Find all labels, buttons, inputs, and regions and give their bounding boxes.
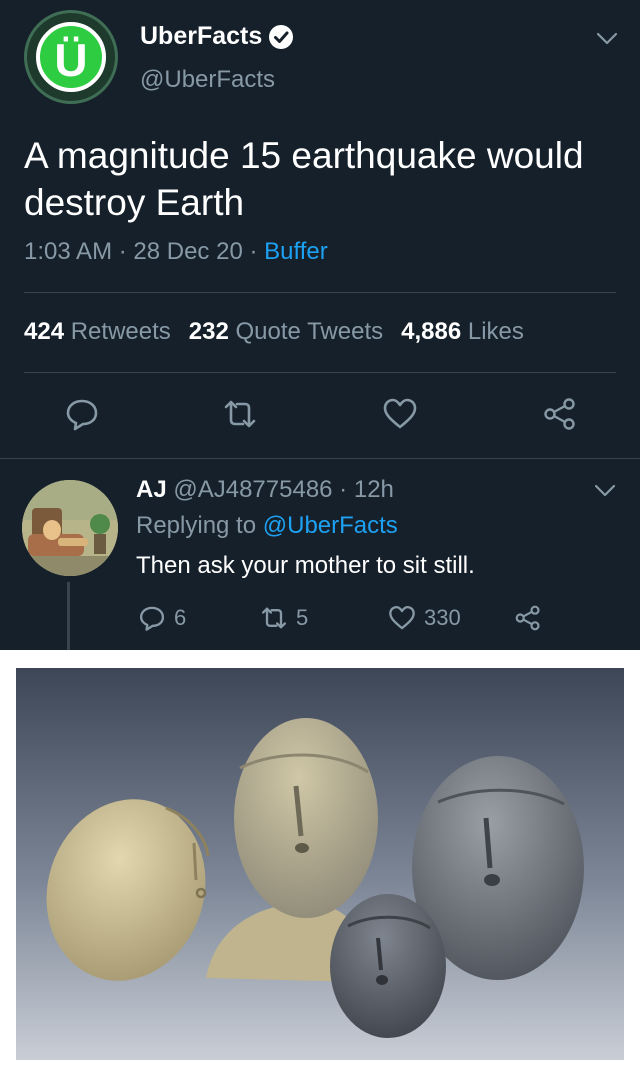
reply-handle[interactable]: @AJ48775486 [173,476,332,503]
divider [24,292,616,293]
tweet-date: 28 Dec 20 [133,238,243,265]
reply-avatar[interactable] [22,480,118,576]
share-icon [515,605,540,631]
reply-count: 6 [174,605,187,631]
divider [24,372,616,373]
tweet-stats: 424 Retweets 232 Quote Tweets 4,886 Likes [24,318,524,346]
replying-to: Replying to @UberFacts [136,512,398,540]
logo-letter: Ü [54,34,88,86]
tweet-screen: Ü UberFacts @UberFacts A magnitude 15 ea… [0,0,640,650]
likes-stat[interactable]: 4,886 Likes [401,318,524,345]
quote-tweets-stat[interactable]: 232 Quote Tweets [189,318,383,345]
like-icon [389,606,415,630]
reply-like-button[interactable]: 330 [388,604,461,634]
reply-avatar-illustration [22,480,118,576]
replying-mention-link[interactable]: @UberFacts [263,512,398,539]
thread-line [67,582,70,650]
section-divider [0,458,640,459]
reply-retweet-button[interactable]: 5 [260,604,308,634]
tweet-text: A magnitude 15 earthquake would destroy … [24,135,584,223]
reply-text: Then ask your mother to sit still. [136,552,475,579]
display-name[interactable]: UberFacts [140,22,262,51]
verified-badge-icon [269,25,293,49]
reply-header: AJ @AJ48775486 · 12h [136,476,394,504]
tweet-meta: 1:03 AM · 28 Dec 20 · Buffer [24,238,328,266]
retweet-icon[interactable] [222,396,258,432]
chevron-down-icon[interactable] [596,32,618,46]
reply-share-button[interactable] [514,604,542,634]
replying-prefix: Replying to [136,512,257,539]
meta-separator: · [242,238,265,265]
tweet-time: 1:03 AM [24,238,113,265]
meta-separator: · [332,476,354,503]
retweet-icon [261,607,287,629]
reply-time: 12h [353,476,394,503]
chevron-down-icon[interactable] [594,484,616,498]
uberfacts-logo: Ü [36,22,106,92]
reply-icon [139,606,165,632]
like-icon[interactable] [382,396,418,432]
stone-heads-illustration [16,668,624,1060]
uberfacts-avatar[interactable]: Ü [24,10,118,104]
reply-icon[interactable] [64,396,100,432]
stone-heads-photo [16,668,624,1060]
user-handle[interactable]: @UberFacts [140,66,275,94]
reply-reply-button[interactable]: 6 [138,604,186,634]
share-icon[interactable] [542,396,578,432]
reply-display-name[interactable]: AJ [136,476,167,503]
retweets-stat[interactable]: 424 Retweets [24,318,171,345]
like-count: 330 [424,605,461,631]
meta-separator: · [112,238,134,265]
tweet-source-link[interactable]: Buffer [264,238,328,265]
retweet-count: 5 [296,605,309,631]
